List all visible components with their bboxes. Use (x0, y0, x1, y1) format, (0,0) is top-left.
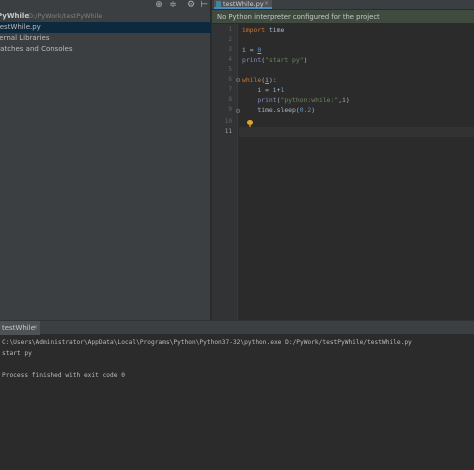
collapse-icon[interactable]: ≑ (168, 0, 178, 11)
code-token: 0.2 (299, 106, 312, 114)
project-root-name: PyWhile (0, 12, 30, 20)
line-number: 8 (228, 96, 232, 103)
run-tab-label: testWhile (2, 324, 35, 332)
project-tree: PyWhile D:/PyWork/testPyWhile testWhile.… (0, 11, 211, 55)
close-icon[interactable]: × (264, 0, 269, 8)
run-tab[interactable]: testWhile × (0, 321, 40, 335)
tree-item-file[interactable]: testWhile.py (0, 22, 211, 33)
fold-marker-icon[interactable] (236, 109, 240, 113)
current-line-highlight (239, 127, 474, 137)
run-tab-bar: testWhile × (0, 321, 474, 335)
line-number: 1 (228, 26, 232, 33)
code-token: print (257, 96, 277, 104)
lightbulb-icon[interactable] (247, 120, 253, 127)
code-token: print (242, 56, 262, 64)
code-line-7: i = i+1 (242, 85, 284, 95)
code-line-8: print("python:while:",i) (242, 95, 350, 105)
line-number: 5 (228, 66, 232, 73)
lightbulb-base (249, 125, 251, 127)
interpreter-warning-text: No Python interpreter configured for the… (217, 13, 380, 21)
code-token: ,i) (338, 96, 350, 104)
console-line: Process finished with exit code 0 (2, 372, 125, 379)
code-token: time.sleep( (242, 106, 300, 114)
code-token: "python:while:" (280, 96, 339, 104)
project-toolbar: ⊕ ≑ ⚙ ⊢ (0, 0, 211, 11)
code-token: 0 (257, 46, 262, 54)
editor-tab-label: testWhile.py (223, 0, 264, 8)
line-number-current: 11 (224, 128, 232, 135)
editor-tab-bar: testWhile.py × (212, 0, 474, 9)
editor-tab[interactable]: testWhile.py × (214, 0, 272, 9)
tree-item-external-libraries-label: External Libraries (0, 34, 50, 42)
tree-item-scratches-label: Scratches and Consoles (0, 45, 73, 53)
tree-item-scratches[interactable]: Scratches and Consoles (0, 44, 211, 55)
code-line-3: i = 0 (242, 45, 261, 55)
code-line-6: while(i): (242, 75, 277, 85)
line-number: 2 (228, 36, 232, 43)
console-line: start py (2, 350, 32, 357)
tree-item-file-label: testWhile.py (0, 23, 41, 31)
close-icon[interactable]: × (33, 321, 38, 335)
gear-icon[interactable]: ⚙ (186, 0, 196, 11)
code-line-1: import time (242, 25, 284, 35)
project-root-path: D:/PyWork/testPyWhile (28, 12, 103, 20)
code-token: time (265, 26, 285, 34)
line-number: 9 (228, 106, 232, 113)
code-token: 1 (280, 86, 285, 94)
run-panel: testWhile × C:\Users\Administrator\AppDa… (0, 320, 474, 470)
console-line: C:\Users\Administrator\AppData\Local\Pro… (2, 339, 412, 346)
line-number: 6 (228, 76, 232, 83)
tree-root[interactable]: PyWhile D:/PyWork/testPyWhile (0, 11, 211, 22)
line-number-gutter: 1 2 3 4 5 6 7 8 9 10 11 (212, 24, 240, 320)
target-icon[interactable]: ⊕ (154, 0, 164, 11)
code-editor[interactable]: 1 2 3 4 5 6 7 8 9 10 11 import time i = … (212, 24, 474, 320)
code-token: while (242, 76, 262, 84)
python-file-icon (216, 1, 221, 7)
code-token: i = i+ (242, 86, 281, 94)
line-number: 3 (228, 46, 232, 53)
code-token: "start py" (265, 56, 304, 64)
code-line-4: print("start py") (242, 55, 307, 65)
code-token: ) (303, 56, 308, 64)
code-token: ): (268, 76, 277, 84)
code-line-9: time.sleep(0.2) (242, 105, 315, 115)
project-panel: ⊕ ≑ ⚙ ⊢ PyWhile D:/PyWork/testPyWhile te… (0, 0, 211, 320)
code-token: i = (242, 46, 258, 54)
code-token: import (242, 26, 266, 34)
line-number: 4 (228, 56, 232, 63)
fold-marker-icon[interactable] (236, 78, 240, 82)
interpreter-warning-banner: No Python interpreter configured for the… (212, 10, 474, 24)
tree-item-external-libraries[interactable]: External Libraries (0, 33, 211, 44)
line-number: 10 (224, 118, 232, 125)
hide-icon[interactable]: ⊢ (199, 0, 209, 11)
code-token: ) (311, 106, 316, 114)
line-number: 7 (228, 86, 232, 93)
